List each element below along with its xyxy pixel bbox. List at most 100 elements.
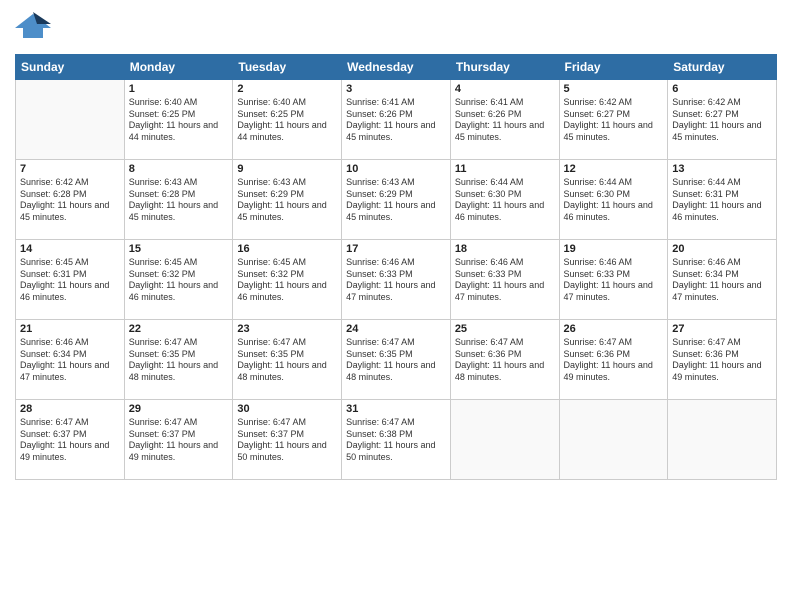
sunset-text: Sunset: 6:28 PM [129,189,196,199]
sunrise-text: Sunrise: 6:46 AM [346,257,415,267]
col-sunday: Sunday [16,55,125,80]
sunrise-text: Sunrise: 6:44 AM [564,177,633,187]
day-number: 1 [129,83,229,95]
col-saturday: Saturday [668,55,777,80]
calendar-cell [16,80,125,160]
daylight-text: Daylight: 11 hours and 47 minutes. [672,280,761,302]
daylight-text: Daylight: 11 hours and 47 minutes. [455,280,544,302]
sunrise-text: Sunrise: 6:47 AM [129,337,198,347]
sunrise-text: Sunrise: 6:40 AM [129,97,198,107]
sunset-text: Sunset: 6:30 PM [564,189,631,199]
calendar-cell: 13 Sunrise: 6:44 AM Sunset: 6:31 PM Dayl… [668,160,777,240]
calendar-cell: 5 Sunrise: 6:42 AM Sunset: 6:27 PM Dayli… [559,80,668,160]
calendar-cell: 4 Sunrise: 6:41 AM Sunset: 6:26 PM Dayli… [450,80,559,160]
sunset-text: Sunset: 6:27 PM [672,109,739,119]
daylight-text: Daylight: 11 hours and 49 minutes. [20,440,109,462]
daylight-text: Daylight: 11 hours and 46 minutes. [20,280,109,302]
day-number: 22 [129,323,229,335]
daylight-text: Daylight: 11 hours and 46 minutes. [237,280,326,302]
calendar-cell: 26 Sunrise: 6:47 AM Sunset: 6:36 PM Dayl… [559,320,668,400]
sunset-text: Sunset: 6:26 PM [455,109,522,119]
sunrise-text: Sunrise: 6:47 AM [346,337,415,347]
daylight-text: Daylight: 11 hours and 49 minutes. [672,360,761,382]
day-number: 14 [20,243,120,255]
sunrise-text: Sunrise: 6:46 AM [20,337,89,347]
sunrise-text: Sunrise: 6:46 AM [564,257,633,267]
day-number: 24 [346,323,446,335]
sunset-text: Sunset: 6:32 PM [237,269,304,279]
calendar-week-row: 7 Sunrise: 6:42 AM Sunset: 6:28 PM Dayli… [16,160,777,240]
day-number: 19 [564,243,664,255]
sunrise-text: Sunrise: 6:44 AM [455,177,524,187]
daylight-text: Daylight: 11 hours and 46 minutes. [129,280,218,302]
daylight-text: Daylight: 11 hours and 46 minutes. [455,200,544,222]
calendar-cell: 29 Sunrise: 6:47 AM Sunset: 6:37 PM Dayl… [124,400,233,480]
sunrise-text: Sunrise: 6:40 AM [237,97,306,107]
sunset-text: Sunset: 6:33 PM [564,269,631,279]
sunset-text: Sunset: 6:27 PM [564,109,631,119]
calendar-cell: 19 Sunrise: 6:46 AM Sunset: 6:33 PM Dayl… [559,240,668,320]
calendar-cell: 10 Sunrise: 6:43 AM Sunset: 6:29 PM Dayl… [342,160,451,240]
sunset-text: Sunset: 6:25 PM [237,109,304,119]
calendar-cell: 24 Sunrise: 6:47 AM Sunset: 6:35 PM Dayl… [342,320,451,400]
day-number: 4 [455,83,555,95]
sunrise-text: Sunrise: 6:43 AM [237,177,306,187]
daylight-text: Daylight: 11 hours and 45 minutes. [346,200,435,222]
sunset-text: Sunset: 6:38 PM [346,429,413,439]
calendar-cell: 15 Sunrise: 6:45 AM Sunset: 6:32 PM Dayl… [124,240,233,320]
daylight-text: Daylight: 11 hours and 48 minutes. [237,360,326,382]
calendar-cell: 28 Sunrise: 6:47 AM Sunset: 6:37 PM Dayl… [16,400,125,480]
day-number: 15 [129,243,229,255]
daylight-text: Daylight: 11 hours and 48 minutes. [346,360,435,382]
day-number: 18 [455,243,555,255]
sunset-text: Sunset: 6:36 PM [672,349,739,359]
day-number: 8 [129,163,229,175]
calendar-cell: 9 Sunrise: 6:43 AM Sunset: 6:29 PM Dayli… [233,160,342,240]
sunset-text: Sunset: 6:32 PM [129,269,196,279]
sunset-text: Sunset: 6:36 PM [564,349,631,359]
sunset-text: Sunset: 6:35 PM [129,349,196,359]
day-number: 25 [455,323,555,335]
daylight-text: Daylight: 11 hours and 44 minutes. [237,120,326,142]
sunrise-text: Sunrise: 6:46 AM [455,257,524,267]
page-header [15,10,777,46]
day-number: 27 [672,323,772,335]
sunrise-text: Sunrise: 6:43 AM [346,177,415,187]
sunrise-text: Sunrise: 6:47 AM [455,337,524,347]
sunset-text: Sunset: 6:36 PM [455,349,522,359]
sunrise-text: Sunrise: 6:45 AM [237,257,306,267]
day-number: 7 [20,163,120,175]
sunset-text: Sunset: 6:31 PM [20,269,87,279]
calendar-cell: 22 Sunrise: 6:47 AM Sunset: 6:35 PM Dayl… [124,320,233,400]
sunset-text: Sunset: 6:31 PM [672,189,739,199]
day-number: 5 [564,83,664,95]
daylight-text: Daylight: 11 hours and 49 minutes. [129,440,218,462]
daylight-text: Daylight: 11 hours and 48 minutes. [129,360,218,382]
sunset-text: Sunset: 6:34 PM [672,269,739,279]
calendar-cell: 17 Sunrise: 6:46 AM Sunset: 6:33 PM Dayl… [342,240,451,320]
sunset-text: Sunset: 6:35 PM [346,349,413,359]
calendar-cell: 23 Sunrise: 6:47 AM Sunset: 6:35 PM Dayl… [233,320,342,400]
calendar-cell: 12 Sunrise: 6:44 AM Sunset: 6:30 PM Dayl… [559,160,668,240]
logo-bird-icon [15,10,51,46]
sunset-text: Sunset: 6:26 PM [346,109,413,119]
calendar-week-row: 28 Sunrise: 6:47 AM Sunset: 6:37 PM Dayl… [16,400,777,480]
calendar-body: 1 Sunrise: 6:40 AM Sunset: 6:25 PM Dayli… [16,80,777,480]
sunset-text: Sunset: 6:29 PM [346,189,413,199]
day-number: 20 [672,243,772,255]
daylight-text: Daylight: 11 hours and 45 minutes. [129,200,218,222]
day-number: 17 [346,243,446,255]
day-number: 16 [237,243,337,255]
sunset-text: Sunset: 6:33 PM [346,269,413,279]
sunrise-text: Sunrise: 6:42 AM [564,97,633,107]
sunset-text: Sunset: 6:35 PM [237,349,304,359]
calendar-cell: 3 Sunrise: 6:41 AM Sunset: 6:26 PM Dayli… [342,80,451,160]
day-number: 13 [672,163,772,175]
col-monday: Monday [124,55,233,80]
sunrise-text: Sunrise: 6:43 AM [129,177,198,187]
day-number: 26 [564,323,664,335]
day-number: 6 [672,83,772,95]
sunset-text: Sunset: 6:33 PM [455,269,522,279]
daylight-text: Daylight: 11 hours and 45 minutes. [20,200,109,222]
daylight-text: Daylight: 11 hours and 45 minutes. [455,120,544,142]
